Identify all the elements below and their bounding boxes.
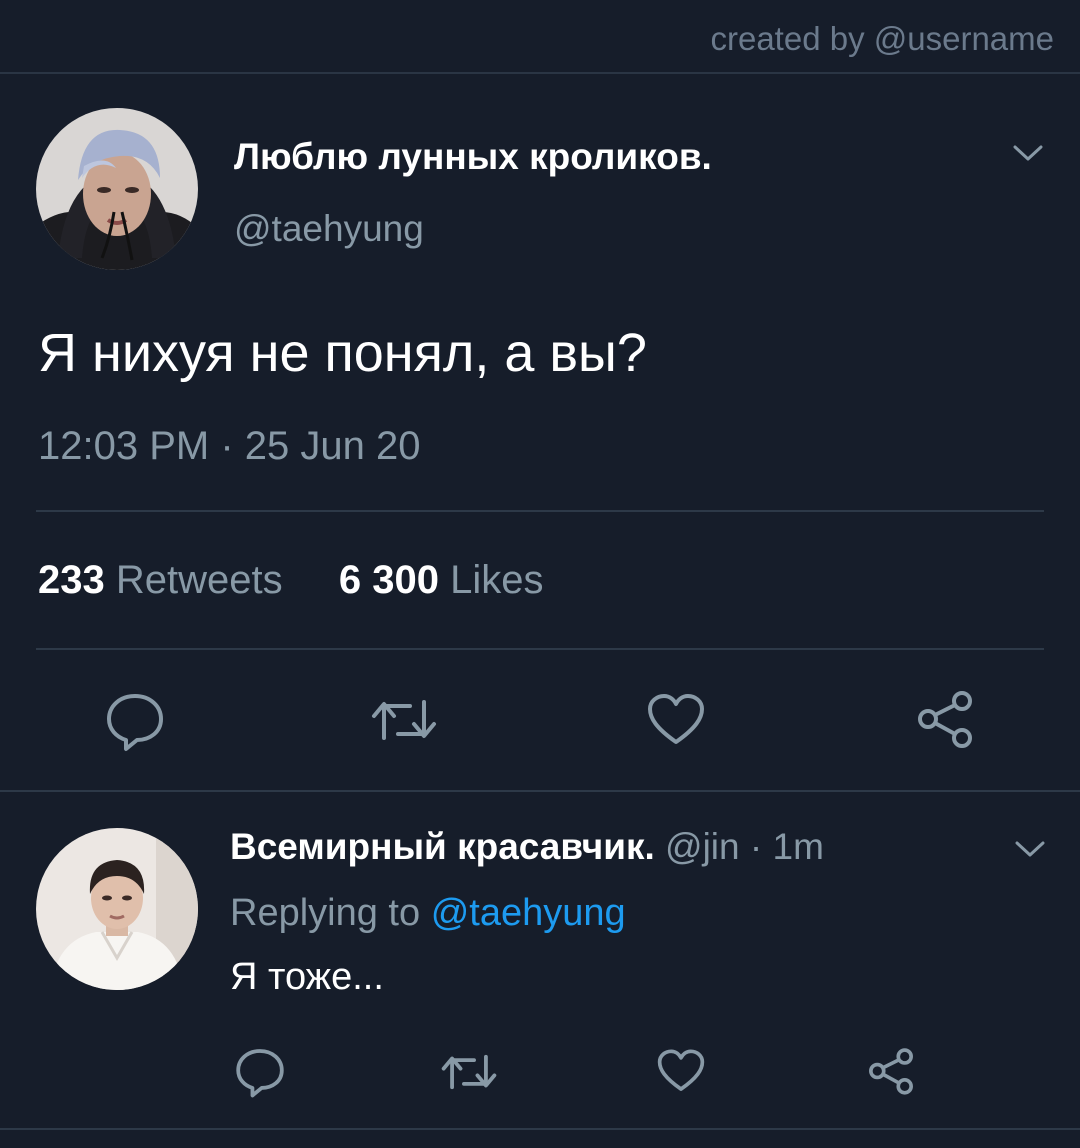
reply-icon[interactable] xyxy=(234,1046,286,1098)
chevron-down-icon[interactable] xyxy=(1010,140,1046,166)
tweet-screen: created by @username Люблю лунных кролик… xyxy=(0,0,1080,1148)
replying-prefix: Replying to xyxy=(230,892,421,934)
reply-handle-time[interactable]: @jin · 1m xyxy=(665,826,824,867)
reply-header: Всемирный красавчик. @jin · 1m xyxy=(230,826,824,868)
chevron-down-icon[interactable] xyxy=(1012,836,1048,862)
divider xyxy=(0,1128,1080,1130)
like-label[interactable]: Likes xyxy=(450,558,543,602)
divider xyxy=(36,510,1044,512)
retweet-label[interactable]: Retweets xyxy=(116,558,283,602)
retweet-icon[interactable] xyxy=(370,694,438,746)
reply-text: Я тоже... xyxy=(230,956,384,998)
replying-mention-link[interactable]: @taehyung xyxy=(431,892,626,934)
reply-avatar-photo xyxy=(36,828,198,990)
reply-avatar[interactable] xyxy=(36,828,198,990)
share-icon[interactable] xyxy=(866,1046,916,1096)
display-name[interactable]: Люблю лунных кроликов. xyxy=(234,136,712,178)
username-handle[interactable]: @taehyung xyxy=(234,208,424,250)
retweet-icon[interactable] xyxy=(440,1050,498,1094)
like-icon[interactable] xyxy=(656,1048,706,1094)
avatar-photo xyxy=(36,108,198,270)
divider xyxy=(36,648,1044,650)
share-icon[interactable] xyxy=(914,688,976,750)
reply-display-name[interactable]: Всемирный красавчик. xyxy=(230,826,655,867)
reply-icon[interactable] xyxy=(104,690,166,752)
replying-to: Replying to @taehyung xyxy=(230,892,626,935)
top-bar: created by @username xyxy=(0,0,1080,74)
like-icon[interactable] xyxy=(646,692,706,748)
divider xyxy=(0,790,1080,792)
tweet-text: Я нихуя не понял, а вы? xyxy=(38,323,647,383)
watermark: created by @username xyxy=(710,20,1054,57)
engagement-stats: 233 Retweets 6 300 Likes xyxy=(38,558,544,603)
avatar[interactable] xyxy=(36,108,198,270)
tweet-timestamp[interactable]: 12:03 PM · 25 Jun 20 xyxy=(38,424,420,469)
retweet-count[interactable]: 233 xyxy=(38,558,105,602)
like-count[interactable]: 6 300 xyxy=(339,558,439,602)
